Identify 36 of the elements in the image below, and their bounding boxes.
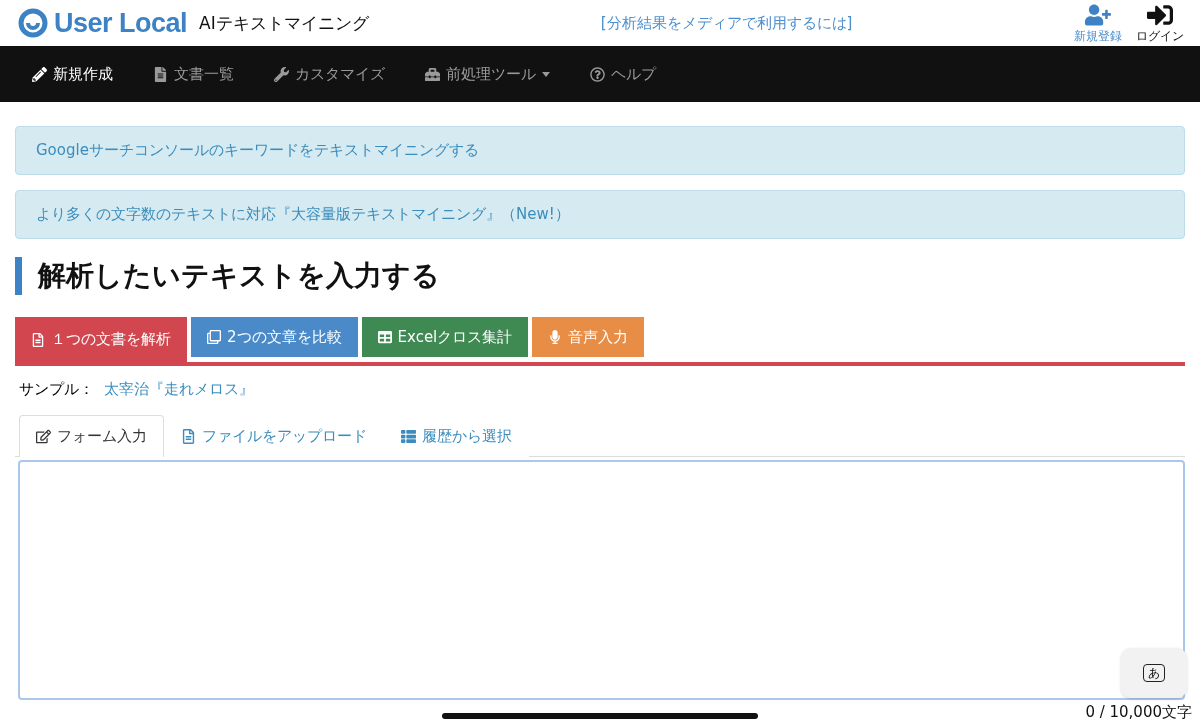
text-input-field[interactable] — [18, 460, 1185, 700]
nav-item[interactable]: ヘルプ — [590, 64, 656, 84]
media-link[interactable]: [分析結果をメディアで利用するには] — [600, 13, 1060, 33]
page-heading: 解析したいテキストを入力する — [15, 257, 1185, 295]
nav-item[interactable]: 新規作成 — [32, 64, 113, 84]
toolbox-icon — [425, 66, 440, 82]
product-name: AIテキストマイニング — [199, 11, 369, 35]
list-icon — [401, 429, 416, 444]
nav-item[interactable]: 文書一覧 — [153, 64, 234, 84]
wrench-icon — [274, 66, 289, 82]
notice-link[interactable]: Googleサーチコンソールのキーワードをテキストマイニングする — [15, 126, 1185, 175]
help-icon — [590, 66, 605, 82]
mode-tab[interactable]: 音声入力 — [532, 317, 645, 357]
keyboard-key[interactable]: あ — [1121, 648, 1187, 698]
microphone-icon — [548, 330, 563, 344]
signup-link[interactable]: 新規登録 — [1074, 1, 1122, 45]
login-link[interactable]: ログイン — [1136, 1, 1184, 45]
sample-label: サンプル： — [19, 380, 94, 399]
mode-tab[interactable]: １つの文書を解析 — [15, 317, 187, 362]
document-icon — [153, 66, 168, 82]
logo-icon — [18, 8, 48, 38]
copy-icon — [207, 330, 221, 344]
pencil-icon — [32, 66, 47, 82]
character-counter: 0 / 10,000文字 — [1085, 703, 1192, 722]
edit-icon — [36, 429, 51, 444]
document-icon — [31, 332, 45, 347]
nav-item[interactable]: カスタマイズ — [274, 64, 385, 84]
notice-link[interactable]: より多くの文字数のテキストに対応『大容量版テキストマイニング』（New!） — [15, 190, 1185, 239]
nav-item[interactable]: 前処理ツール — [425, 64, 550, 84]
file-icon — [181, 429, 196, 444]
input-tab[interactable]: フォーム入力 — [19, 415, 164, 457]
sample-link[interactable]: 太宰治『走れメロス』 — [104, 380, 254, 399]
mode-tab[interactable]: 2つの文章を比較 — [191, 317, 358, 357]
mode-tab[interactable]: Excelクロス集計 — [361, 317, 529, 357]
logo-text: User Local — [54, 7, 188, 39]
table-icon — [377, 330, 392, 344]
